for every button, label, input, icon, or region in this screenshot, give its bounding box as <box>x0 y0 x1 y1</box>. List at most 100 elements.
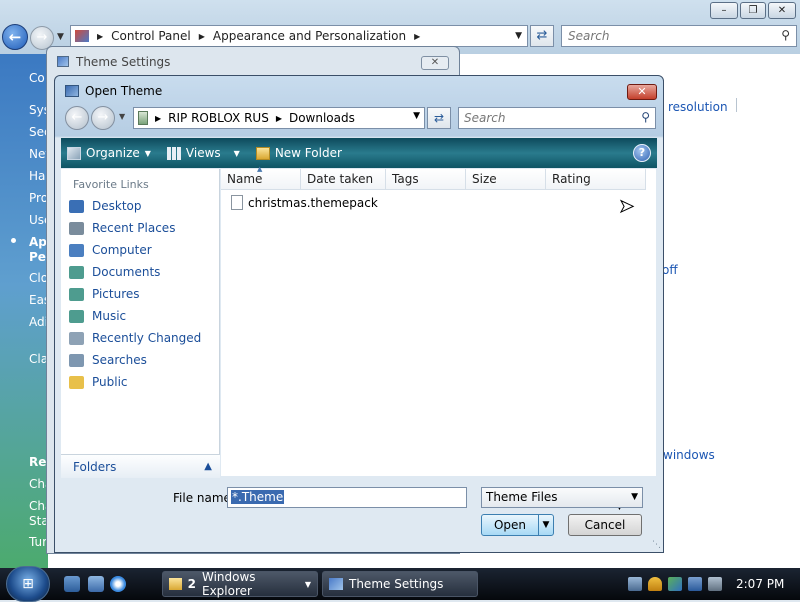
back-button[interactable]: ← <box>2 24 28 50</box>
refresh-button[interactable]: ⇄ <box>427 107 451 129</box>
adjust-resolution-link[interactable]: resolution <box>668 100 728 114</box>
organize-button[interactable]: Organize ▼ <box>67 146 151 160</box>
internet-explorer-icon[interactable] <box>110 576 126 592</box>
column-label: Size <box>472 172 497 186</box>
file-name-label: File name: <box>173 491 235 505</box>
list-item[interactable]: christmas.themepack <box>231 195 378 210</box>
volume-muted-icon[interactable] <box>708 577 722 591</box>
favorite-link[interactable]: Pictures <box>69 287 140 301</box>
recent-pages-dropdown[interactable]: ▼ <box>57 32 64 42</box>
taskbar-theme-settings[interactable]: Theme Settings <box>322 571 478 597</box>
file-name-input[interactable]: *.Theme ▼ <box>227 487 623 512</box>
task-link[interactable]: Tur <box>29 535 47 549</box>
resize-grip-icon[interactable]: ⋱ <box>652 540 661 550</box>
refresh-button[interactable]: ⇄ <box>530 25 554 47</box>
open-button[interactable]: Open ▼ <box>481 514 554 536</box>
show-desktop-icon[interactable] <box>64 576 80 592</box>
recent-locations-dropdown[interactable]: ▼ <box>119 112 125 121</box>
task-label: Windows Explorer <box>201 570 256 598</box>
address-dropdown-icon[interactable]: ▼ <box>413 111 420 121</box>
favorite-link-label: Recent Places <box>92 221 176 235</box>
navigation-pane: Favorite Links Desktop Recent Places Compu… <box>61 169 220 476</box>
favorite-link[interactable]: Recently Changed <box>69 331 201 345</box>
column-size[interactable]: Size <box>466 169 546 190</box>
forward-button[interactable]: → <box>91 106 115 130</box>
display-icon[interactable] <box>688 577 702 591</box>
chevron-down-icon: ▼ <box>233 148 240 158</box>
column-tags[interactable]: Tags <box>386 169 466 190</box>
back-arrow-icon: ← <box>71 110 83 125</box>
column-name[interactable]: Name ▲ <box>221 165 301 190</box>
network-icon[interactable] <box>628 577 642 591</box>
search-icon[interactable]: ⚲ <box>781 28 790 42</box>
column-rating[interactable]: Rating <box>546 169 646 190</box>
breadcrumb-control-panel[interactable]: Control Panel <box>111 29 191 43</box>
favorite-link-label: Recently Changed <box>92 331 202 345</box>
favorite-link-label: Documents <box>92 265 161 279</box>
column-date-taken[interactable]: Date taken <box>301 169 386 190</box>
address-dropdown-icon[interactable]: ▼ <box>515 31 522 41</box>
organize-label: Organize <box>86 146 140 160</box>
favorite-link[interactable]: Desktop <box>69 199 142 213</box>
address-bar[interactable]: ▶ RIP ROBLOX RUS ▶ Downloads ▼ <box>133 107 425 129</box>
close-button[interactable]: ✕ <box>768 2 796 19</box>
switch-windows-icon[interactable] <box>88 576 104 592</box>
new-folder-button[interactable]: New Folder <box>255 146 342 160</box>
windows-update-icon[interactable] <box>668 577 682 591</box>
breadcrumb-user-folder[interactable]: RIP ROBLOX RUS <box>168 111 269 125</box>
windows-link[interactable]: windows <box>663 448 715 462</box>
address-bar[interactable]: ▶ Control Panel ▶ Appearance and Persona… <box>70 25 528 47</box>
search-placeholder: Search <box>464 111 506 125</box>
search-icon[interactable]: ⚲ <box>641 110 650 124</box>
close-button[interactable]: ✕ <box>421 56 449 70</box>
back-button[interactable]: ← <box>65 106 89 130</box>
favorite-link[interactable]: Public <box>69 375 128 389</box>
favorite-link[interactable]: Music <box>69 309 126 323</box>
chevron-down-icon[interactable]: ▼ <box>538 515 553 535</box>
taskbar-explorer-group[interactable]: 2 Windows Explorer ▼ <box>162 570 318 598</box>
favorite-link[interactable]: Computer <box>69 243 152 257</box>
column-label: Date taken <box>307 172 374 186</box>
windows-logo-icon: ⊞ <box>22 576 34 592</box>
clock[interactable]: 2:07 PM <box>736 577 784 591</box>
desktop-icon <box>69 199 84 213</box>
breadcrumb-downloads[interactable]: Downloads <box>289 111 355 125</box>
chevron-down-icon: ▼ <box>144 148 151 158</box>
breadcrumb-appearance[interactable]: Appearance and Personalization <box>213 29 406 43</box>
documents-icon <box>69 265 84 279</box>
start-button[interactable]: ⊞ <box>6 566 50 602</box>
column-label: Rating <box>552 172 591 186</box>
column-headers: Name ▲ Date taken Tags Size Rating <box>221 165 646 190</box>
search-input[interactable]: Search ⚲ <box>561 25 797 47</box>
search-input[interactable]: Search ⚲ <box>458 107 656 129</box>
favorite-link[interactable]: Searches <box>69 353 147 367</box>
organize-icon <box>67 146 81 160</box>
turn-off-link[interactable]: off <box>662 263 678 277</box>
folder-icon <box>169 578 182 590</box>
refresh-icon: ⇄ <box>536 28 548 43</box>
sort-ascending-icon: ▲ <box>257 165 263 173</box>
security-shield-icon[interactable] <box>648 577 662 591</box>
new-folder-icon <box>255 146 270 160</box>
close-button[interactable]: ✕ <box>627 84 657 100</box>
task-link[interactable]: Co <box>29 71 45 85</box>
task-label: Theme Settings <box>349 577 444 591</box>
task-pane: Co Sys Sec Net Hai Pro Use App Per Clo E… <box>0 54 58 568</box>
music-icon <box>69 309 84 323</box>
search-placeholder: Search <box>568 29 610 43</box>
open-button-label: Open <box>493 518 527 532</box>
views-button[interactable]: Views ▼ <box>166 146 240 160</box>
chevron-down-icon: ▼ <box>304 579 311 589</box>
maximize-button[interactable]: ❐ <box>740 2 766 19</box>
folders-toggle[interactable]: Folders ▲ <box>61 454 220 478</box>
cancel-button[interactable]: Cancel <box>568 514 642 536</box>
minimize-button[interactable]: – <box>710 2 738 19</box>
favorite-link[interactable]: Recent Places <box>69 221 175 235</box>
recent-places-icon <box>69 221 84 235</box>
new-folder-label: New Folder <box>274 146 342 160</box>
taskbar: ⊞ 2 Windows Explorer ▼ Theme Settings 2:… <box>0 566 800 602</box>
favorite-link[interactable]: Documents <box>69 265 160 279</box>
help-button[interactable]: ? <box>633 144 651 162</box>
file-type-select[interactable]: Theme Files ▼ <box>481 487 643 508</box>
breadcrumb-separator-icon: ▶ <box>97 31 104 41</box>
